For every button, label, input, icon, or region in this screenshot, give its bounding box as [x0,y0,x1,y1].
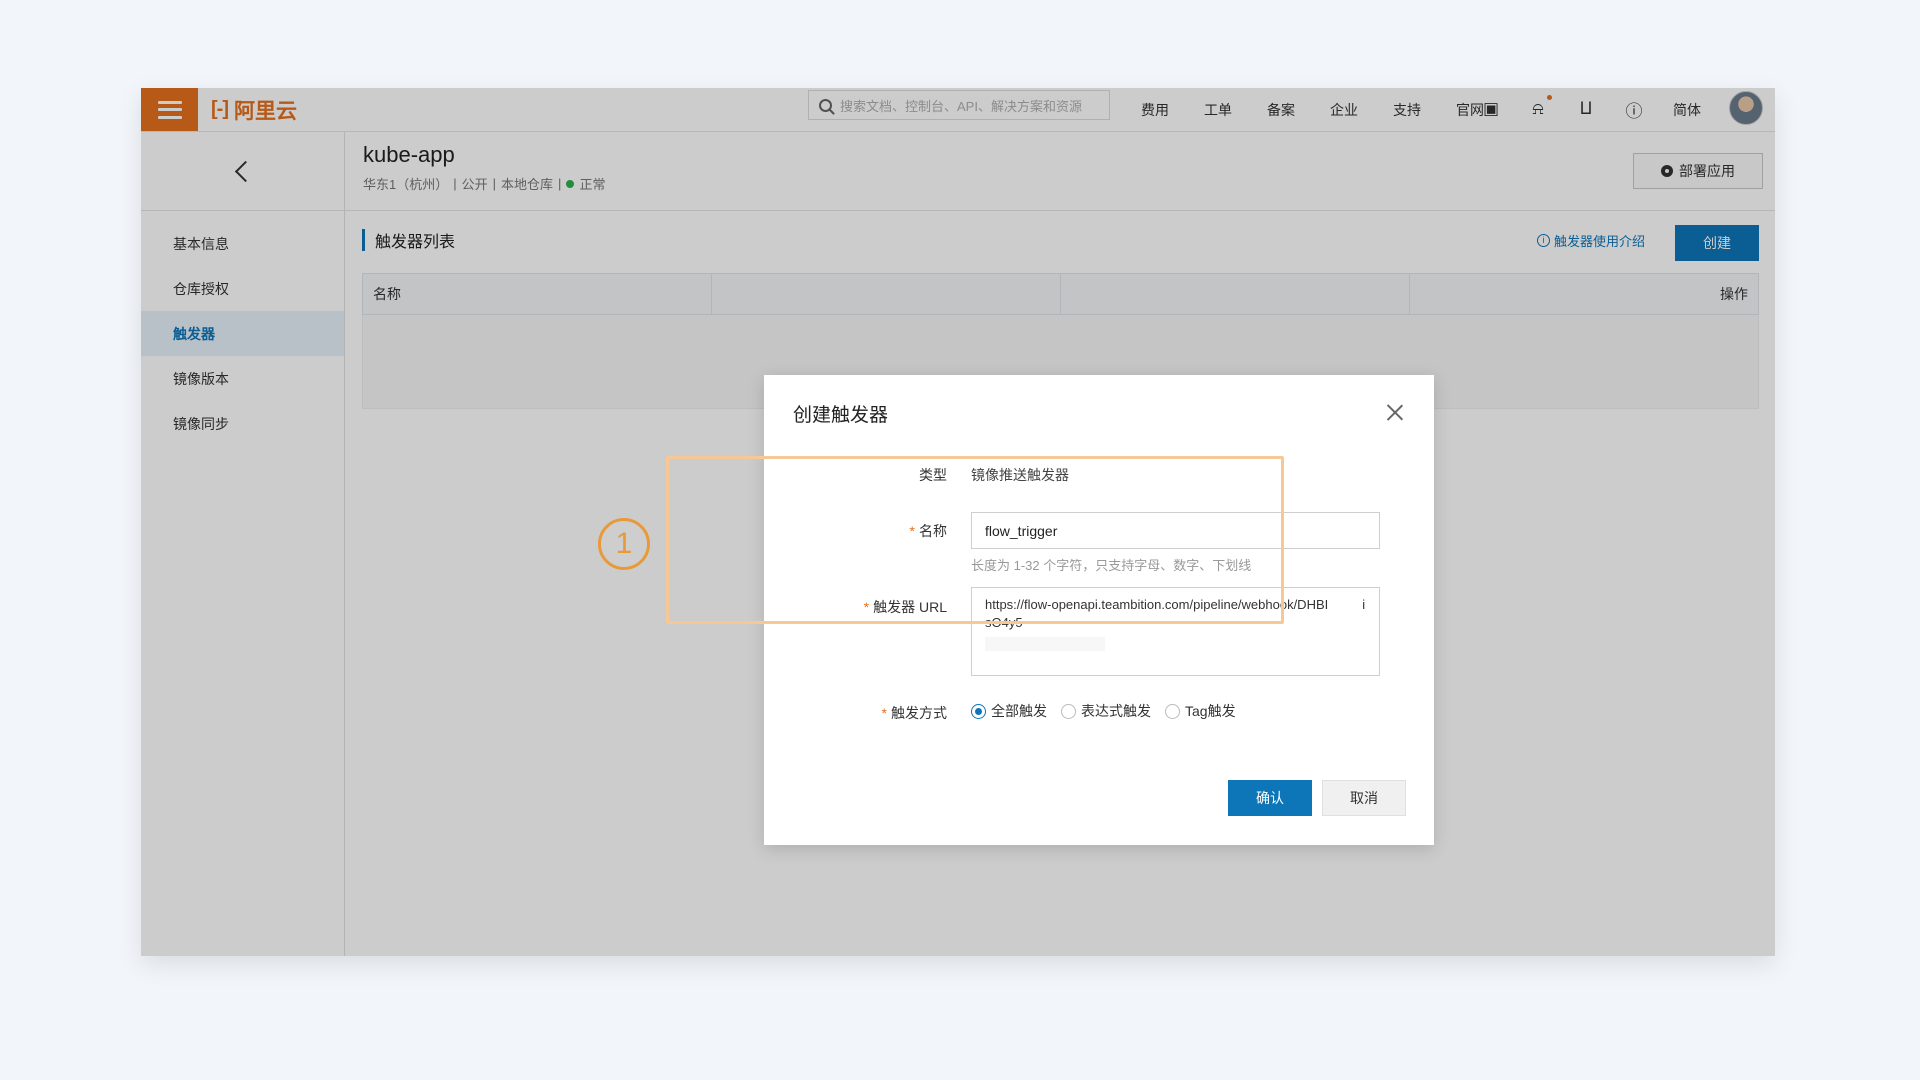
radio-all-label: 全部触发 [991,703,1047,719]
mode-label-text: 触发方式 [891,705,947,721]
mode-label: * 触发方式 [882,703,947,723]
radio-unchecked-icon [1061,703,1076,719]
redaction-mask [985,637,1105,651]
cancel-button[interactable]: 取消 [1322,780,1406,816]
radio-unchecked-icon [1165,703,1180,719]
annotation-highlight-box [666,456,1284,624]
radio-expression-trigger[interactable]: 表达式触发 [1061,701,1151,721]
radio-tag-trigger[interactable]: Tag触发 [1165,701,1236,721]
required-mark: * [881,705,887,721]
dialog-title: 创建触发器 [793,405,889,426]
radio-expression-label: 表达式触发 [1081,703,1151,719]
close-icon[interactable] [1386,403,1404,421]
trigger-mode-radio-group: 全部触发 表达式触发 Tag触发 [971,701,1250,721]
radio-all-trigger[interactable]: 全部触发 [971,701,1047,721]
radio-tag-label: Tag触发 [1185,703,1236,719]
confirm-button[interactable]: 确认 [1228,780,1312,816]
redaction-mask [1328,599,1363,612]
annotation-callout: 1 [598,518,650,570]
radio-checked-icon [971,703,986,719]
